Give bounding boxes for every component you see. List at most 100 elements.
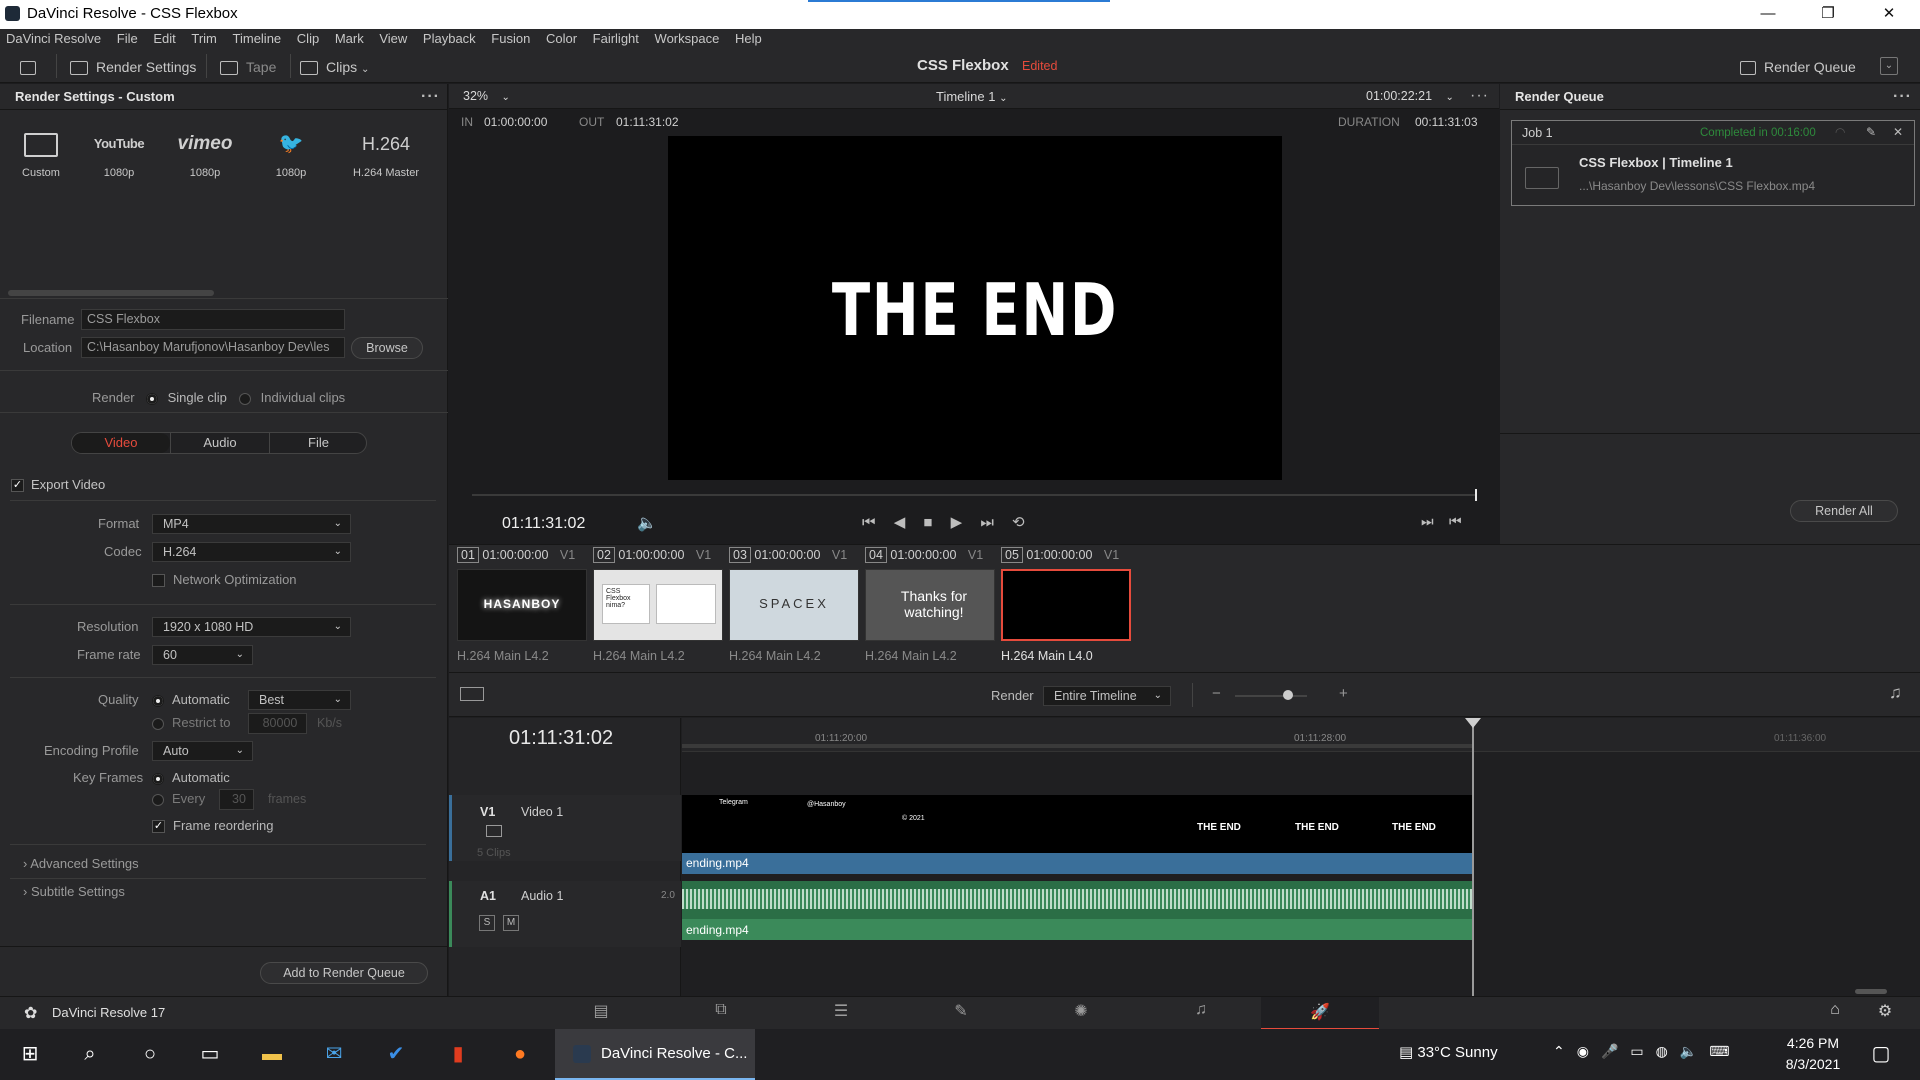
- zoom-in-icon[interactable]: +: [1339, 685, 1348, 702]
- preset-custom[interactable]: Custom: [3, 126, 79, 179]
- firefox-icon[interactable]: ●: [505, 1039, 535, 1069]
- taskbar-resolve-app[interactable]: DaVinci Resolve - C...: [555, 1029, 755, 1080]
- menu-color[interactable]: Color: [540, 29, 583, 46]
- preset-twitter[interactable]: 🐦 1080p: [253, 126, 329, 179]
- settings-gear-icon[interactable]: ⚙: [1870, 1001, 1900, 1023]
- weather-widget[interactable]: ▤ 33°C Sunny: [1399, 1043, 1498, 1061]
- resolution-select[interactable]: 1920 x 1080 HD ⌄: [152, 617, 351, 637]
- timeline-playhead[interactable]: [1472, 718, 1474, 997]
- media-page-icon[interactable]: ▤: [586, 1001, 616, 1023]
- edit-page-icon[interactable]: ☰: [826, 1001, 856, 1023]
- clip-thumbnail-2[interactable]: CSS Flexbox nima?: [593, 569, 723, 641]
- monitor-icon[interactable]: [20, 56, 44, 78]
- go-to-end-icon[interactable]: ⏭: [980, 514, 994, 531]
- encoding-profile-select[interactable]: Auto ⌄: [152, 741, 253, 761]
- export-video-checkbox[interactable]: ✓ Export Video: [11, 477, 105, 493]
- render-settings-button[interactable]: Render Settings: [70, 56, 196, 78]
- zoom-slider[interactable]: [1235, 695, 1307, 697]
- network-optimization-checkbox[interactable]: Network Optimization: [152, 572, 297, 588]
- music-note-icon[interactable]: ♫: [1889, 683, 1902, 703]
- task-view-icon[interactable]: ▭: [195, 1039, 225, 1069]
- viewer-timecode[interactable]: 01:00:22:21 ⌄: [1366, 89, 1454, 103]
- audio-track-name[interactable]: Audio 1: [521, 889, 563, 903]
- play-icon[interactable]: ▶: [951, 514, 963, 531]
- tab-video[interactable]: Video: [72, 433, 170, 453]
- volume-icon[interactable]: 🔈: [637, 513, 657, 533]
- frame-reordering-checkbox[interactable]: ✓ Frame reordering: [152, 818, 273, 834]
- render-range-select[interactable]: Entire Timeline ⌄: [1043, 686, 1171, 706]
- zoom-slider-knob[interactable]: [1283, 690, 1293, 700]
- stop-icon[interactable]: ■: [923, 514, 932, 531]
- tab-file[interactable]: File: [269, 433, 367, 453]
- quality-automatic-radio[interactable]: Automatic: [152, 692, 230, 707]
- filename-input[interactable]: CSS Flexbox: [81, 309, 345, 330]
- restrict-input[interactable]: 80000: [248, 713, 307, 734]
- location-input[interactable]: C:\Hasanboy Marufjonov\Hasanboy Dev\les: [81, 337, 345, 358]
- menu-timeline[interactable]: Timeline: [227, 29, 288, 46]
- next-clip-icon[interactable]: ⏭: [1421, 513, 1434, 530]
- system-tray-icons[interactable]: ⌃◉🎤▭◍🔈⌨: [1553, 1043, 1741, 1060]
- clip-thumbnail-1[interactable]: HASANBOY: [457, 569, 587, 641]
- timeline-view-icon[interactable]: [460, 687, 484, 701]
- close-button[interactable]: ✕: [1866, 2, 1912, 26]
- viewer-options-icon[interactable]: ···: [1470, 87, 1489, 105]
- tab-audio[interactable]: Audio: [170, 433, 269, 453]
- fairlight-page-icon[interactable]: ♫: [1186, 1001, 1216, 1023]
- queue-job-card[interactable]: Job 1 Completed in 00:16:00 ◠ ✎ ✕ CSS Fl…: [1511, 120, 1915, 206]
- mute-button[interactable]: M: [503, 915, 519, 931]
- cut-page-icon[interactable]: ⧉: [706, 1001, 736, 1023]
- prev-clip-icon[interactable]: ⏮: [1449, 513, 1462, 530]
- timeline-scrollbar[interactable]: [1855, 989, 1887, 994]
- menu-clip[interactable]: Clip: [291, 29, 325, 46]
- notifications-icon[interactable]: ▢: [1866, 1039, 1896, 1069]
- scrubber-bar[interactable]: [472, 494, 1476, 496]
- deliver-page-tab[interactable]: 🚀: [1261, 997, 1379, 1030]
- menu-trim[interactable]: Trim: [185, 29, 223, 46]
- file-explorer-icon[interactable]: ▬: [257, 1039, 287, 1069]
- color-page-icon[interactable]: ✺: [1066, 1001, 1096, 1023]
- preset-scrollbar[interactable]: [8, 290, 214, 296]
- scrubber-playhead[interactable]: [1475, 489, 1477, 501]
- queue-options-icon[interactable]: ···: [1893, 84, 1912, 110]
- solo-button[interactable]: S: [479, 915, 495, 931]
- cortana-icon[interactable]: ○: [135, 1039, 165, 1069]
- timeline-select[interactable]: Timeline 1 ⌄: [936, 89, 1008, 104]
- subtitle-settings-toggle[interactable]: › Subtitle Settings: [23, 884, 125, 899]
- clip-thumbnail-3[interactable]: SPACEX: [729, 569, 859, 641]
- fusion-page-icon[interactable]: ✎: [946, 1001, 976, 1023]
- menu-help[interactable]: Help: [729, 29, 768, 46]
- advanced-settings-toggle[interactable]: › Advanced Settings: [23, 856, 139, 871]
- mail-icon[interactable]: ✉: [319, 1039, 349, 1069]
- office-icon[interactable]: ▮: [443, 1039, 473, 1069]
- tape-button[interactable]: Tape: [220, 56, 276, 78]
- clip-thumbnail-5-selected[interactable]: [1001, 569, 1131, 641]
- clock-time[interactable]: 4:26 PM: [1783, 1035, 1843, 1051]
- todo-icon[interactable]: ✔: [381, 1039, 411, 1069]
- individual-clips-radio[interactable]: Individual clips: [239, 390, 345, 405]
- loop-icon[interactable]: ⟲: [1012, 514, 1025, 531]
- go-to-start-icon[interactable]: ⏮: [862, 514, 876, 531]
- clips-button[interactable]: Clips ⌄: [300, 56, 369, 78]
- clock-date[interactable]: 8/3/2021: [1778, 1056, 1848, 1072]
- framerate-select[interactable]: 60 ⌄: [152, 645, 253, 665]
- menu-fairlight[interactable]: Fairlight: [587, 29, 645, 46]
- browse-button[interactable]: Browse: [351, 337, 423, 359]
- video-track-name[interactable]: Video 1: [521, 805, 563, 819]
- zoom-out-icon[interactable]: −: [1212, 685, 1221, 702]
- expand-icon[interactable]: ⌄: [1880, 57, 1898, 75]
- add-to-render-queue-button[interactable]: Add to Render Queue: [260, 962, 428, 984]
- audio-waveform[interactable]: [682, 881, 1472, 919]
- menu-davinci[interactable]: DaVinci Resolve: [0, 29, 107, 46]
- remove-job-icon[interactable]: ✕: [1893, 125, 1903, 139]
- video-clip-thumbnails[interactable]: Telegram @Hasanboy © 2021 THE END THE EN…: [682, 795, 1472, 853]
- render-all-button[interactable]: Render All: [1790, 500, 1898, 522]
- track-display-icon[interactable]: [486, 825, 502, 837]
- audio-clip[interactable]: ending.mp4: [682, 919, 1472, 940]
- keyframes-input[interactable]: 30: [219, 789, 254, 810]
- keyframes-every-radio[interactable]: Every: [152, 791, 205, 806]
- preset-youtube[interactable]: YouTube 1080p: [81, 126, 157, 179]
- home-icon[interactable]: ⌂: [1820, 1001, 1850, 1023]
- clip-thumbnail-4[interactable]: Thanks for watching!: [865, 569, 995, 641]
- menu-mark[interactable]: Mark: [329, 29, 370, 46]
- menu-view[interactable]: View: [373, 29, 413, 46]
